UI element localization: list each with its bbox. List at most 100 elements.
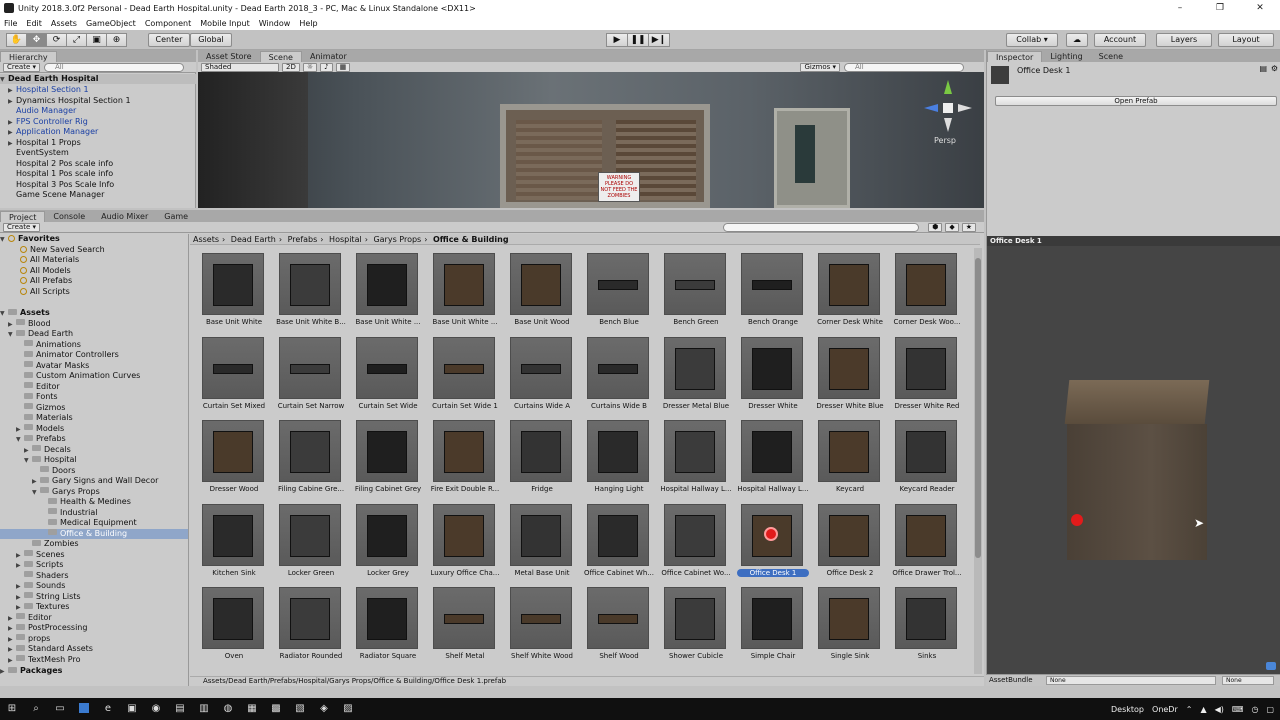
audio-toggle-icon[interactable]: ♪ [320, 62, 333, 72]
project-folder[interactable]: Medical Equipment [0, 518, 188, 528]
expand-arrow-icon[interactable]: ▶ [8, 614, 16, 624]
menu-edit[interactable]: Edit [26, 19, 42, 28]
project-folder[interactable]: Health & Medines [0, 497, 188, 507]
project-folder[interactable]: ▶ String Lists [0, 592, 188, 602]
expand-arrow-icon[interactable]: ▶ [24, 446, 32, 456]
onedrive-label[interactable]: OneDr [1152, 705, 1178, 714]
hierarchy-create-button[interactable]: Create ▾ [3, 62, 40, 72]
asset-tile[interactable]: Hospital Hallway L... [737, 415, 809, 495]
expand-arrow-icon[interactable]: ▶ [8, 645, 16, 655]
project-folder[interactable]: ▶ PostProcessing [0, 623, 188, 633]
expand-arrow-icon[interactable]: ▶ [8, 656, 16, 666]
project-folder[interactable]: ▶ Gary Signs and Wall Decor [0, 476, 188, 486]
project-folder[interactable]: Materials [0, 413, 188, 423]
asset-tile[interactable]: Curtain Set Wide [352, 332, 424, 412]
pause-icon[interactable]: ❚❚ [627, 33, 649, 47]
move-tool-icon[interactable]: ✥ [26, 33, 47, 47]
search-icon[interactable]: ⌕ [24, 698, 48, 720]
store-icon[interactable]: ▣ [120, 698, 144, 720]
hierarchy-item[interactable]: ▶ Hospital Section 1 [0, 85, 196, 95]
asset-tile[interactable]: Dresser White Red [891, 332, 963, 412]
rotate-tool-icon[interactable]: ⟳ [46, 33, 67, 47]
asset-tile[interactable]: Radiator Rounded [275, 582, 347, 662]
project-folder[interactable]: Editor [0, 382, 188, 392]
asset-tile[interactable]: Oven [198, 582, 270, 662]
hierarchy-item[interactable]: EventSystem [0, 148, 196, 158]
expand-arrow-icon[interactable]: ▼ [32, 488, 40, 498]
project-folder[interactable]: Animations [0, 340, 188, 350]
hierarchy-item[interactable]: Hospital 2 Pos scale info [0, 159, 196, 169]
preview-settings-icon[interactable] [1266, 662, 1276, 670]
scrollbar-thumb[interactable] [975, 258, 981, 558]
lighting-toggle-icon[interactable]: ☼ [302, 62, 318, 72]
windows-start-icon[interactable]: ⊞ [0, 698, 24, 720]
expand-arrow-icon[interactable]: ▶ [0, 667, 8, 677]
open-prefab-button[interactable]: Open Prefab [995, 96, 1277, 106]
project-folder[interactable]: ▼ Dead Earth [0, 329, 188, 339]
collab-button[interactable]: Collab ▾ [1006, 33, 1058, 47]
hierarchy-item[interactable]: Audio Manager [0, 106, 196, 116]
expand-arrow-icon[interactable]: ▶ [16, 425, 24, 435]
maximize-button[interactable]: ❐ [1200, 0, 1240, 16]
app-icon[interactable]: ▧ [288, 698, 312, 720]
network-icon[interactable]: ▲ [1200, 705, 1206, 714]
asset-tile[interactable]: Base Unit White [198, 248, 270, 328]
asset-tile[interactable]: Single Sink [814, 582, 886, 662]
asset-tile[interactable]: Simple Chair [737, 582, 809, 662]
project-folder[interactable]: Gizmos [0, 403, 188, 413]
hierarchy-search-input[interactable]: All [44, 62, 184, 72]
menu-window[interactable]: Window [259, 19, 291, 28]
asset-tile[interactable]: Office Desk 2 [814, 499, 886, 579]
assetbundle-name-dropdown[interactable]: None [1046, 676, 1216, 685]
projection-label[interactable]: Persp [934, 136, 956, 145]
asset-tile[interactable]: Office Cabinet Wo... [660, 499, 732, 579]
tab-hierarchy[interactable]: Hierarchy [0, 51, 57, 62]
asset-tile[interactable]: Locker Grey [352, 499, 424, 579]
asset-tile[interactable]: Hospital Hallway L... [660, 415, 732, 495]
project-folder[interactable]: Animator Controllers [0, 350, 188, 360]
app-icon[interactable]: ▤ [168, 698, 192, 720]
project-folder[interactable]: ▶ Standard Assets [0, 644, 188, 655]
play-icon[interactable]: ▶ [606, 33, 628, 47]
asset-tile[interactable]: Luxury Office Cha... [429, 499, 501, 579]
project-folder[interactable]: ▼ Garys Props [0, 487, 188, 498]
app-icon[interactable]: ◍ [216, 698, 240, 720]
hierarchy-item[interactable]: Game Scene Manager [0, 190, 196, 200]
project-folder[interactable]: ▶ Textures [0, 602, 188, 612]
project-search-input[interactable] [723, 222, 920, 232]
project-folder[interactable]: Custom Animation Curves [0, 371, 188, 381]
expand-arrow-icon[interactable]: ▶ [16, 561, 24, 571]
asset-tile[interactable]: Curtain Set Mixed [198, 332, 270, 412]
language-icon[interactable]: ⌨ [1232, 705, 1244, 714]
asset-tile[interactable]: Corner Desk White [814, 248, 886, 328]
breadcrumb-item[interactable]: Dead Earth [231, 235, 276, 244]
task-view-icon[interactable]: ▭ [48, 698, 72, 720]
menu-assets[interactable]: Assets [51, 19, 77, 28]
asset-tile[interactable]: Base Unit White ... [352, 248, 424, 328]
asset-tile[interactable]: Hanging Light [583, 415, 655, 495]
layers-dropdown[interactable]: Layers [1156, 33, 1212, 47]
project-folder[interactable]: ▶ Scripts [0, 560, 188, 571]
favorites-header[interactable]: ▼ Favorites [0, 234, 188, 244]
gizmos-dropdown[interactable]: Gizmos ▾ [800, 62, 840, 72]
favorite-item[interactable]: All Prefabs [0, 276, 188, 286]
asset-tile[interactable]: Filing Cabinet Grey [352, 415, 424, 495]
asset-tile[interactable]: Shelf Wood [583, 582, 655, 662]
desktop-label[interactable]: Desktop [1111, 705, 1144, 714]
asset-tile[interactable]: Filing Cabine Gre... [275, 415, 347, 495]
hierarchy-item[interactable]: Hospital 3 Pos Scale Info [0, 180, 196, 190]
project-folder[interactable]: ▶ TextMesh Pro [0, 655, 188, 666]
asset-tile[interactable]: Fridge [506, 415, 578, 495]
menu-help[interactable]: Help [299, 19, 317, 28]
asset-tile[interactable]: Dresser Wood [198, 415, 270, 495]
scene-canvas[interactable]: WARNING PLEASE DO NOT FEED THE ZOMBIES P… [198, 72, 984, 208]
breadcrumb-item[interactable]: Assets [193, 235, 219, 244]
asset-tile[interactable]: Curtain Set Narrow [275, 332, 347, 412]
asset-tile[interactable]: Office Desk 1 [737, 499, 809, 579]
project-folder[interactable]: ▶ Blood [0, 319, 188, 329]
illustrator-icon[interactable]: ▦ [240, 698, 264, 720]
asset-preview-panel[interactable]: Office Desk 1 ➤ [986, 236, 1280, 686]
project-folder[interactable]: ▶ Models [0, 424, 188, 435]
tab-inspector[interactable]: Inspector [987, 51, 1043, 62]
project-folder[interactable]: Fonts [0, 392, 188, 402]
